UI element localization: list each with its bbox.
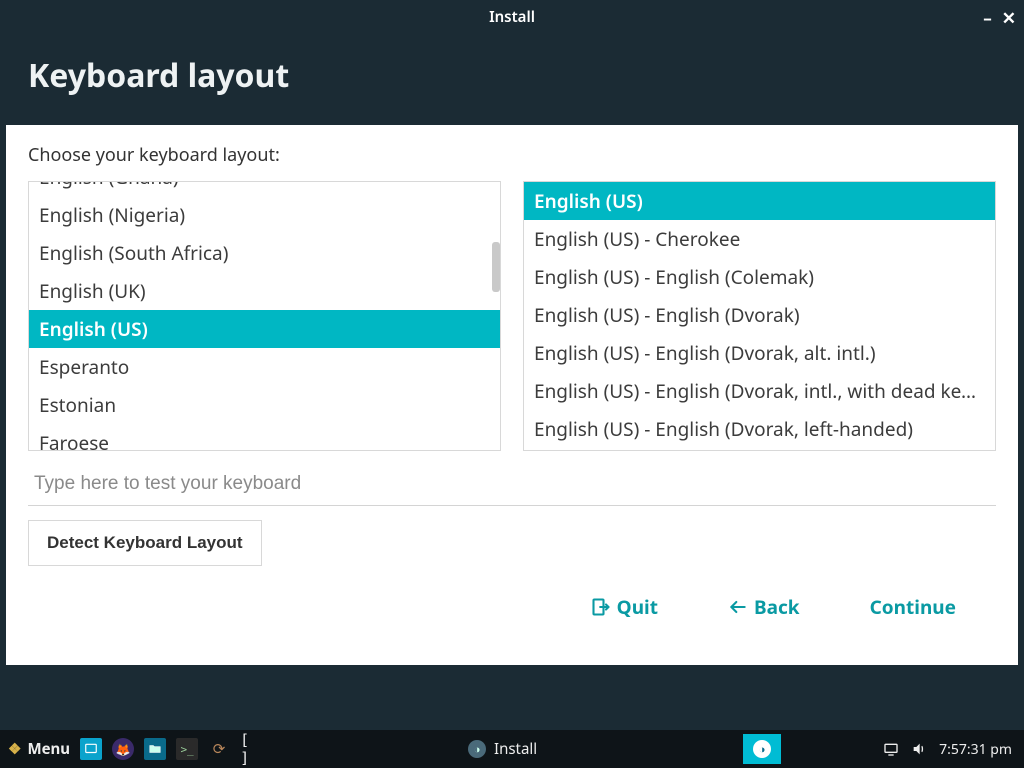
layout-item[interactable]: Faroese xyxy=(29,424,500,451)
continue-button[interactable]: Continue xyxy=(870,594,956,620)
file-manager-icon[interactable] xyxy=(144,738,166,760)
window-title: Install xyxy=(489,7,535,27)
variant-item[interactable]: English (US) - English (Dvorak) xyxy=(524,296,995,334)
menu-button[interactable]: ❖ Menu xyxy=(8,739,70,759)
clock[interactable]: 7:57:31 pm xyxy=(939,740,1012,759)
page-title: Keyboard layout xyxy=(28,54,996,97)
scrollbar-thumb[interactable] xyxy=(492,242,500,292)
variant-item[interactable]: English (US) - English (Dvorak, intl., w… xyxy=(524,372,995,410)
exit-icon xyxy=(591,597,611,617)
menu-icon: ❖ xyxy=(8,739,21,759)
variant-item[interactable]: English (US) - English (Dvorak, left-han… xyxy=(524,410,995,448)
layout-item[interactable]: Estonian xyxy=(29,386,500,424)
taskbar-left: ❖ Menu 🦊 >_ ⟳ [ ] xyxy=(0,738,262,760)
header: Keyboard layout xyxy=(0,34,1024,125)
content-area: Choose your keyboard layout: English (Gh… xyxy=(6,125,1018,665)
layout-item[interactable]: English (UK) xyxy=(29,272,500,310)
variant-item[interactable]: English (US) - English (Dvorak, right-ha… xyxy=(524,448,995,451)
layout-lists: English (Ghana) English (Nigeria) Englis… xyxy=(28,181,996,451)
layout-item[interactable]: English (Ghana) xyxy=(29,181,500,196)
task-label: Install xyxy=(494,739,537,759)
back-label: Back xyxy=(754,594,800,620)
network-icon[interactable] xyxy=(883,741,899,757)
quit-label: Quit xyxy=(617,594,658,620)
menu-label: Menu xyxy=(27,739,70,759)
detect-keyboard-button[interactable]: Detect Keyboard Layout xyxy=(28,520,262,566)
volume-icon[interactable] xyxy=(911,741,927,757)
updater-icon[interactable]: ⟳ xyxy=(208,738,230,760)
window-controls: – ✕ xyxy=(983,6,1016,29)
layout-item-selected[interactable]: English (US) xyxy=(29,310,500,348)
back-button[interactable]: Back xyxy=(728,594,800,620)
variant-item[interactable]: English (US) - Cherokee xyxy=(524,220,995,258)
task-install[interactable]: ◑ Install xyxy=(458,735,547,763)
taskbar-right: 7:57:31 pm xyxy=(883,740,1024,759)
keyboard-test-input[interactable] xyxy=(28,465,996,506)
firefox-icon[interactable]: 🦊 xyxy=(112,738,134,760)
layout-listbox[interactable]: English (Ghana) English (Nigeria) Englis… xyxy=(28,181,501,451)
continue-label: Continue xyxy=(870,594,956,620)
minimize-button[interactable]: – xyxy=(983,6,992,29)
prompt-label: Choose your keyboard layout: xyxy=(28,143,996,167)
variant-item-selected[interactable]: English (US) xyxy=(524,182,995,220)
variant-item[interactable]: English (US) - English (Dvorak, alt. int… xyxy=(524,334,995,372)
action-bar: Quit Back Continue xyxy=(28,580,996,620)
workspace-switcher[interactable]: [ ] xyxy=(240,738,262,760)
taskbar-center: ◑ Install xyxy=(262,735,743,763)
variant-item[interactable]: English (US) - English (Colemak) xyxy=(524,258,995,296)
layout-item[interactable]: Esperanto xyxy=(29,348,500,386)
task-install-active[interactable]: ◑ xyxy=(743,734,781,764)
quit-button[interactable]: Quit xyxy=(591,594,658,620)
close-button[interactable]: ✕ xyxy=(1002,6,1016,29)
variant-listbox[interactable]: English (US) English (US) - Cherokee Eng… xyxy=(523,181,996,451)
show-desktop-icon[interactable] xyxy=(80,738,102,760)
terminal-icon[interactable]: >_ xyxy=(176,738,198,760)
titlebar: Install – ✕ xyxy=(0,0,1024,34)
install-app-icon: ◑ xyxy=(753,740,771,758)
layout-item[interactable]: English (Nigeria) xyxy=(29,196,500,234)
installer-window: Install – ✕ Keyboard layout Choose your … xyxy=(0,0,1024,730)
taskbar: ❖ Menu 🦊 >_ ⟳ [ ] ◑ Install ◑ 7:57:31 pm xyxy=(0,730,1024,768)
install-app-icon: ◑ xyxy=(468,740,486,758)
arrow-left-icon xyxy=(728,597,748,617)
layout-item[interactable]: English (South Africa) xyxy=(29,234,500,272)
